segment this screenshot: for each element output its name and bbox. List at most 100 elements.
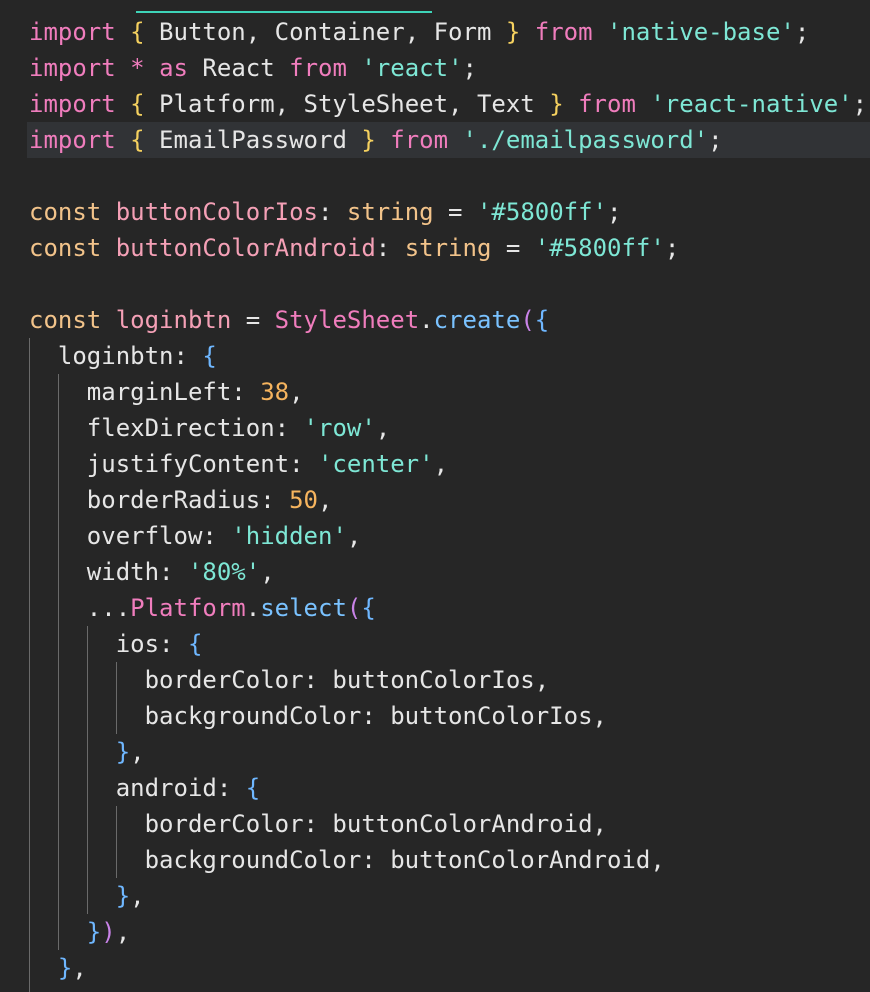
- code-token: const: [29, 306, 102, 334]
- code-line[interactable]: backgroundColor: buttonColorAndroid,: [29, 842, 870, 878]
- code-token: backgroundColor: buttonColorIos,: [29, 702, 607, 730]
- code-token: ;: [664, 234, 680, 262]
- code-line[interactable]: backgroundColor: buttonColorIos,: [29, 698, 870, 734]
- code-token: .: [245, 594, 261, 622]
- code-token: }: [57, 954, 73, 982]
- code-line[interactable]: ...Platform.select({: [29, 590, 870, 626]
- code-line[interactable]: },: [29, 878, 870, 914]
- code-line[interactable]: borderColor: buttonColorIos,: [29, 662, 870, 698]
- code-token: EmailPassword: [144, 126, 362, 154]
- code-line[interactable]: justifyContent: 'center',: [29, 446, 870, 482]
- code-token: ios:: [29, 630, 188, 658]
- code-token: 50: [289, 486, 318, 514]
- code-line[interactable]: const buttonColorIos: string = '#5800ff'…: [29, 194, 870, 230]
- code-token: loginbtn:: [29, 342, 203, 370]
- code-token: {: [130, 126, 145, 154]
- code-token: ;: [852, 90, 868, 118]
- code-token: from: [534, 18, 593, 46]
- code-token: create: [433, 306, 521, 334]
- code-line[interactable]: marginLeft: 38,: [29, 374, 870, 410]
- code-token: import: [29, 18, 116, 46]
- code-line[interactable]: borderRadius: 50,: [29, 482, 870, 518]
- code-line[interactable]: flexDirection: 'row',: [29, 410, 870, 446]
- code-line[interactable]: import { Button, Container, Form } from …: [29, 14, 870, 50]
- code-token: {: [187, 630, 203, 658]
- code-token: 'row': [303, 414, 376, 442]
- code-token: borderRadius:: [29, 486, 290, 514]
- code-token: backgroundColor: buttonColorAndroid,: [29, 846, 665, 874]
- code-token: {: [130, 90, 145, 118]
- code-token: ;: [708, 126, 723, 154]
- code-token: from: [390, 126, 449, 154]
- code-token: './emailpassword': [462, 126, 709, 154]
- code-token: width:: [29, 558, 188, 586]
- code-token: as: [159, 54, 188, 82]
- code-token: }: [549, 90, 564, 118]
- code-token: from: [289, 54, 347, 82]
- code-line[interactable]: import { Platform, StyleSheet, Text } fr…: [29, 86, 870, 122]
- code-line[interactable]: android: {: [29, 770, 870, 806]
- code-token: import: [29, 90, 116, 118]
- code-token: '#5800ff': [476, 198, 608, 226]
- code-line[interactable]: overflow: 'hidden',: [29, 518, 870, 554]
- code-token: *: [130, 54, 145, 82]
- code-line[interactable]: import { EmailPassword } from './emailpa…: [27, 122, 870, 158]
- code-token: const: [29, 234, 102, 262]
- code-token: 'react-native': [650, 90, 853, 118]
- code-token: .: [419, 306, 434, 334]
- code-token: ): [101, 918, 116, 946]
- code-line[interactable]: [29, 266, 870, 302]
- code-token: select: [260, 594, 347, 622]
- code-line[interactable]: import * as React from 'react';: [29, 50, 870, 86]
- code-token: 'hidden': [231, 522, 347, 550]
- code-token: ;: [607, 198, 622, 226]
- code-token: ,: [115, 918, 131, 946]
- code-token: '80%': [187, 558, 261, 586]
- code-line[interactable]: }),: [29, 914, 870, 950]
- active-tab-indicator: [136, 11, 432, 13]
- code-token: justifyContent:: [29, 450, 318, 478]
- code-line[interactable]: borderColor: buttonColorAndroid,: [29, 806, 870, 842]
- code-token: 'native-base': [607, 18, 795, 46]
- code-token: from: [578, 90, 636, 118]
- code-token: 'react': [361, 54, 463, 82]
- code-token: ;: [794, 18, 810, 46]
- code-token: ,: [433, 450, 449, 478]
- code-line[interactable]: },: [29, 950, 870, 986]
- code-line[interactable]: },: [29, 734, 870, 770]
- code-line[interactable]: [29, 158, 870, 194]
- code-token: '#5800ff': [534, 234, 665, 262]
- code-token: borderColor: buttonColorAndroid,: [29, 810, 607, 838]
- code-token: Platform, StyleSheet, Text: [144, 90, 550, 118]
- code-token: string: [404, 234, 492, 262]
- code-line[interactable]: ios: {: [29, 626, 870, 662]
- code-token: ,: [260, 558, 275, 586]
- code-token: Button, Container, Form: [144, 18, 506, 46]
- code-token: overflow:: [29, 522, 232, 550]
- code-editor[interactable]: import { Button, Container, Form } from …: [0, 0, 870, 992]
- code-token: :: [375, 234, 405, 262]
- code-token: }: [115, 738, 131, 766]
- code-line[interactable]: width: '80%',: [29, 554, 870, 590]
- code-token: ,: [318, 486, 333, 514]
- code-token: marginLeft:: [29, 378, 261, 406]
- code-line[interactable]: const loginbtn = StyleSheet.create({: [29, 302, 870, 338]
- code-token: ,: [289, 378, 304, 406]
- code-line[interactable]: const buttonColorAndroid: string = '#580…: [29, 230, 870, 266]
- code-token: buttonColorAndroid: [115, 234, 376, 262]
- code-line[interactable]: loginbtn: {: [29, 338, 870, 374]
- code-token: Platform: [130, 594, 246, 622]
- code-token: {: [534, 306, 550, 334]
